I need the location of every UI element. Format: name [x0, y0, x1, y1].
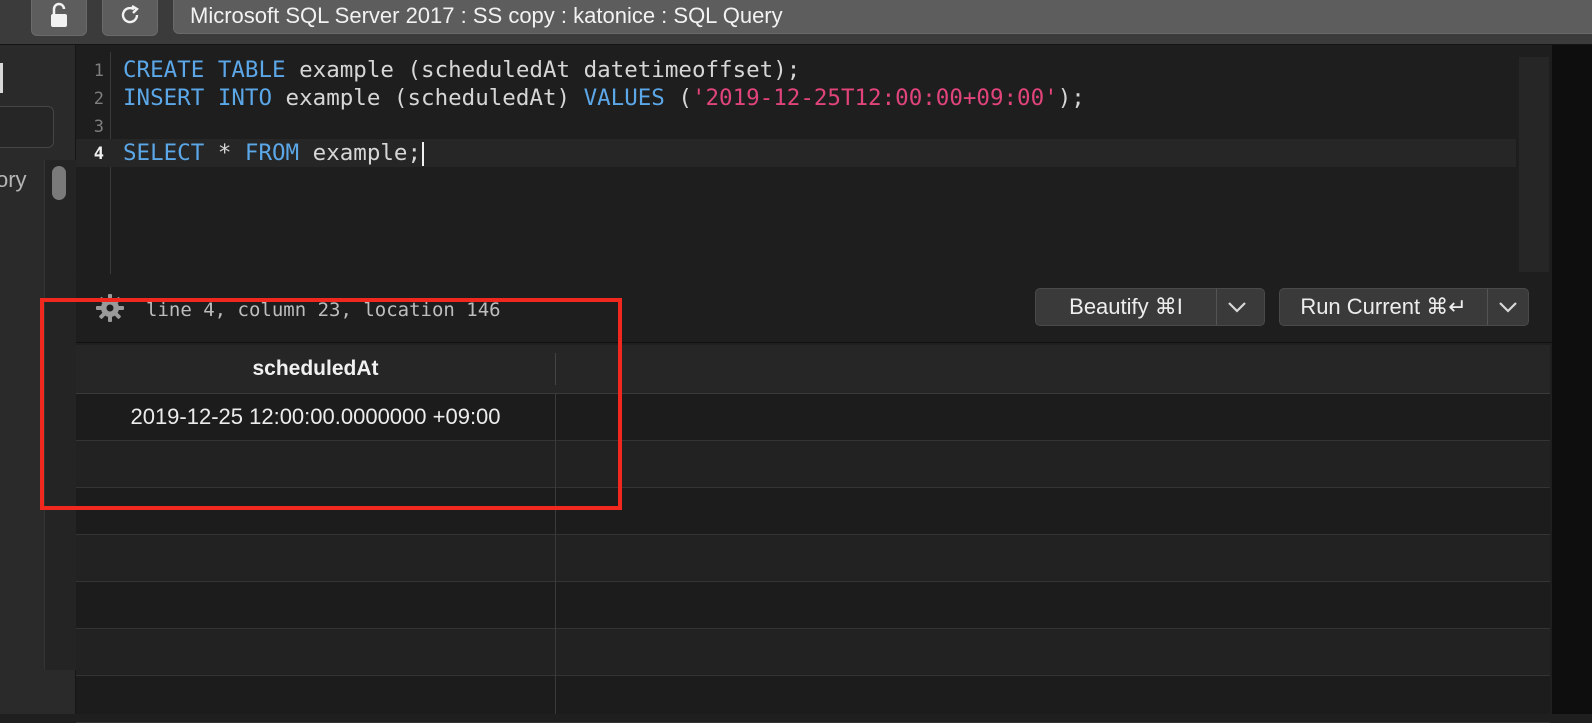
lock-icon — [51, 2, 67, 27]
beautify-button[interactable]: Beautify ⌘I — [1036, 289, 1216, 325]
gear-icon[interactable] — [95, 293, 125, 323]
code-line[interactable]: 2 INSERT INTO example (scheduledAt) VALUE… — [76, 84, 1516, 112]
column-divider[interactable] — [555, 353, 556, 385]
line-number: 2 — [93, 89, 104, 109]
sidebar-history-label[interactable]: ory — [0, 167, 27, 193]
sidebar-scroll-thumb[interactable] — [52, 166, 66, 200]
toolbar: Microsoft SQL Server 2017 : SS copy : ka… — [0, 0, 1592, 45]
chevron-down-icon — [1499, 302, 1517, 313]
chevron-down-icon — [1228, 302, 1246, 313]
line-number: 1 — [93, 61, 104, 81]
code-text[interactable]: SELECT * FROM example; — [123, 139, 425, 167]
table-row — [76, 629, 1550, 676]
table-row — [76, 676, 1550, 723]
sql-keyword: FROM — [244, 140, 300, 166]
sidebar-scrollbar[interactable] — [44, 160, 76, 670]
code-text[interactable]: CREATE TABLE example (scheduledAt dateti… — [123, 56, 800, 84]
beautify-dropdown[interactable] — [1217, 289, 1257, 325]
table-row — [76, 441, 1550, 488]
run-dropdown[interactable] — [1488, 289, 1528, 325]
table-row — [76, 582, 1550, 629]
window-title: Microsoft SQL Server 2017 : SS copy : ka… — [173, 0, 1592, 34]
sidebar-search-field[interactable] — [0, 106, 54, 148]
sql-keyword: TABLE — [217, 57, 286, 83]
sql-keyword: INTO — [217, 85, 273, 111]
run-current-button[interactable]: Run Current ⌘↵ — [1280, 289, 1487, 325]
results-grid[interactable]: scheduledAt 2019-12-25 12:00:00.0000000 … — [76, 345, 1550, 723]
column-header-scheduledAt[interactable]: scheduledAt — [76, 345, 555, 393]
editor-scrollbar[interactable] — [1519, 57, 1549, 272]
code-line[interactable]: 3 — [76, 112, 1516, 140]
line-number: 4 — [93, 144, 104, 164]
table-cell[interactable]: 2019-12-25 12:00:00.0000000 +09:00 — [76, 394, 555, 440]
code-token: example (scheduledAt datetimeoffset); — [285, 57, 801, 83]
beautify-split-button: Beautify ⌘I — [1035, 288, 1265, 326]
sidebar-selection-marker — [0, 63, 3, 93]
table-row — [76, 488, 1550, 535]
sql-keyword: SELECT — [123, 140, 205, 166]
table-row[interactable]: 2019-12-25 12:00:00.0000000 +09:00 — [76, 394, 1550, 441]
line-number: 3 — [93, 117, 104, 137]
code-token: ( — [664, 85, 692, 111]
grid-header: scheduledAt — [76, 345, 1550, 394]
code-token: example; — [299, 140, 422, 166]
sql-keyword: VALUES — [583, 85, 665, 111]
editor-statusbar: line 4, column 23, location 146 Beautify… — [76, 276, 1552, 343]
code-token: ); — [1057, 85, 1085, 111]
table-row — [76, 535, 1550, 582]
sql-keyword: CREATE — [123, 57, 205, 83]
cursor-position-text: line 4, column 23, location 146 — [146, 299, 501, 321]
run-current-split-button: Run Current ⌘↵ — [1279, 288, 1529, 326]
code-line[interactable]: 1 CREATE TABLE example (scheduledAt datet… — [76, 56, 1516, 84]
code-token: * — [204, 140, 245, 166]
sql-keyword: INSERT — [123, 85, 205, 111]
text-cursor — [422, 141, 425, 166]
sql-string: '2019-12-25T12:00:00+09:00' — [691, 85, 1058, 111]
code-token: example (scheduledAt) — [272, 85, 584, 111]
code-line[interactable]: 4 SELECT * FROM example; — [76, 139, 1516, 167]
column-gridline — [555, 393, 556, 714]
refresh-button[interactable] — [102, 0, 158, 36]
code-text[interactable]: INSERT INTO example (scheduledAt) VALUES… — [123, 84, 1085, 112]
window-edge — [1552, 45, 1592, 714]
lock-button[interactable] — [31, 0, 87, 36]
refresh-icon — [121, 4, 139, 24]
